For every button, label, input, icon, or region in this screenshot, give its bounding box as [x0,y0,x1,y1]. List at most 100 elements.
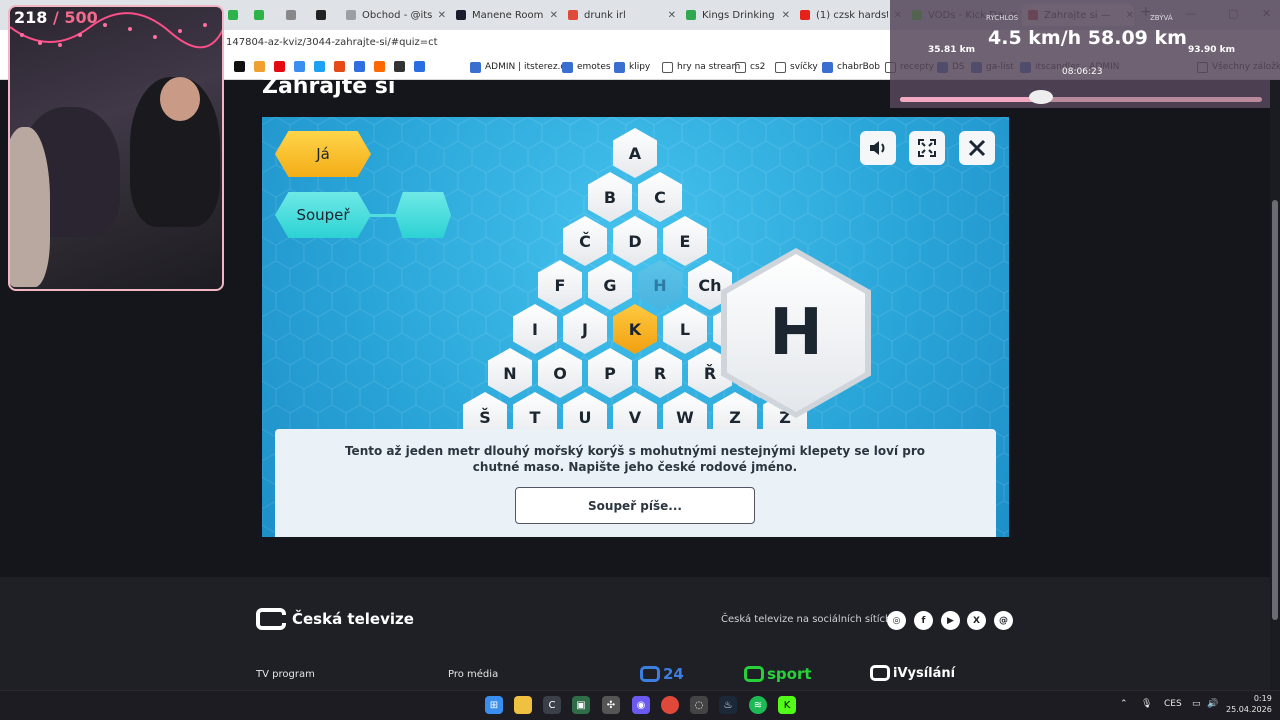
tab-favicon-icon [228,10,238,20]
instagram-icon[interactable]: ◎ [887,611,906,630]
distance-left: 93.90 km [1188,45,1235,55]
page-scrollbar[interactable] [1270,80,1280,690]
ct-channel-icon [744,666,764,682]
speaker-icon [870,141,885,155]
tab-label: drunk irl [584,9,626,21]
file-explorer-icon[interactable] [514,696,532,714]
tab-close-icon[interactable]: ✕ [782,10,790,21]
x-icon[interactable]: X [967,611,986,630]
close-game-button[interactable] [959,131,995,165]
bookmark-icon[interactable] [394,61,405,72]
bookmark-favicon-icon [562,61,573,73]
bookmark-item[interactable]: ADMIN | itsterez.cz [470,60,570,74]
distance-done: 35.81 km [928,45,975,55]
ct-logo[interactable]: Česká televize [256,608,414,630]
url-text[interactable]: 147804-az-kviz/3044-zahrajte-si/#quiz=ct [226,37,438,48]
language-indicator[interactable]: CES [1164,699,1182,709]
tab-favicon-icon [568,10,578,20]
browser-tab[interactable] [222,4,244,26]
mic-icon[interactable]: 🎙 [1141,699,1152,709]
bookmark-icon[interactable] [374,61,385,72]
tab-close-icon[interactable]: ✕ [668,10,676,21]
bookmark-icon[interactable] [254,61,265,72]
bookmark-favicon-icon [822,61,833,73]
folder-icon [735,61,746,73]
kick-icon[interactable]: K [778,696,796,714]
bookmark-item[interactable]: chabrBob [822,60,880,74]
speed-label: RYCHLOS [986,14,1019,22]
network-icon[interactable]: ▭ [1192,699,1201,709]
browser-tab[interactable] [280,4,306,26]
discord-icon[interactable]: ◉ [632,696,650,714]
bookmark-label: ADMIN | itsterez.cz [485,62,571,72]
browser-tab[interactable]: Obchod - @itsterez ✕ [340,4,446,26]
channel-ct-sport[interactable]: sport [744,665,812,683]
app-icon[interactable]: C [543,696,561,714]
browser-tab[interactable]: Kings Drinking Gam ✕ [680,4,790,26]
app-icon[interactable]: ◌ [690,696,708,714]
player-opponent-label: Soupeř [296,206,350,224]
footer-link-media[interactable]: Pro média [448,669,498,680]
ct-channel-icon [640,666,660,682]
tray-chevron-icon[interactable]: ⌃ [1120,699,1128,709]
social-label: Česká televize na sociálních sítích: [721,614,895,625]
bookmark-item[interactable]: svíčky [775,60,818,74]
bookmark-icon[interactable] [414,61,425,72]
bookmark-icon[interactable] [234,61,245,72]
chrome-icon[interactable] [661,696,679,714]
sound-button[interactable] [860,131,896,165]
fullscreen-button[interactable] [909,131,945,165]
bookmark-label: chabrBob [837,62,880,72]
bookmark-item[interactable]: klipy [614,60,650,74]
ct-logo-icon [256,608,286,630]
tab-favicon-icon [686,10,696,20]
browser-tab[interactable]: (1) czsk hardstyle✕ [794,4,902,26]
ct-channel-icon [870,665,890,681]
speed-readout: 4.5 km/h 58.09 km [988,27,1187,49]
clock[interactable]: 0:19 25.04.2026 [1226,693,1272,715]
bookmark-icon[interactable] [294,61,305,72]
channel-ct24[interactable]: 24 [640,665,684,683]
bookmark-icon[interactable] [354,61,365,72]
app-icon[interactable]: ▣ [572,696,590,714]
channel-ivysilani[interactable]: iVysílání [870,665,955,681]
bookmark-favicon-icon [614,61,625,73]
browser-tab[interactable] [310,4,336,26]
bookmark-label: cs2 [750,62,766,72]
elapsed-time: 08:06:23 [1062,67,1103,77]
tab-label: (1) czsk hardstyle [816,9,888,21]
spotify-icon[interactable]: ≋ [749,696,767,714]
bookmark-label: hry na stream [677,62,741,72]
app-icon[interactable]: ✣ [602,696,620,714]
bookmark-label: svíčky [790,62,818,72]
bookmark-label: emotes [577,62,611,72]
tab-close-icon[interactable]: ✕ [438,10,446,21]
question-text: Tento až jeden metr dlouhý mořský korýš … [344,444,926,474]
bookmark-item[interactable]: emotes [562,60,611,74]
tab-favicon-icon [316,10,326,20]
answer-field[interactable]: Soupeř píše... [515,487,755,524]
bookmark-item[interactable]: cs2 [735,60,765,74]
tab-close-icon[interactable]: ✕ [550,10,558,21]
tab-favicon-icon [346,10,356,20]
bookmark-item[interactable]: hry na stream [662,60,740,74]
steam-icon[interactable]: ♨ [719,696,737,714]
bookmark-icon[interactable] [274,61,285,72]
clock-date: 25.04.2026 [1226,705,1272,714]
volume-icon[interactable]: 🔊 [1207,699,1218,709]
mouse-icon [1029,90,1054,104]
scrollbar-thumb[interactable] [1272,200,1278,620]
facebook-icon[interactable]: f [914,611,933,630]
bookmark-icon[interactable] [314,61,325,72]
footer-link-tv-program[interactable]: TV program [256,669,315,680]
threads-icon[interactable]: @ [994,611,1013,630]
start-icon[interactable]: ⊞ [485,696,503,714]
browser-tab[interactable]: drunk irl ✕ [562,4,676,26]
browser-tab[interactable] [248,4,276,26]
opponent-score-hex [395,192,451,238]
youtube-icon[interactable]: ▶ [941,611,960,630]
remaining-label: ZBÝVÁ [1150,14,1173,22]
bookmark-icon[interactable] [334,61,345,72]
browser-tab[interactable]: Manene Room – 5 ✕ [450,4,558,26]
tab-favicon-icon [254,10,264,20]
